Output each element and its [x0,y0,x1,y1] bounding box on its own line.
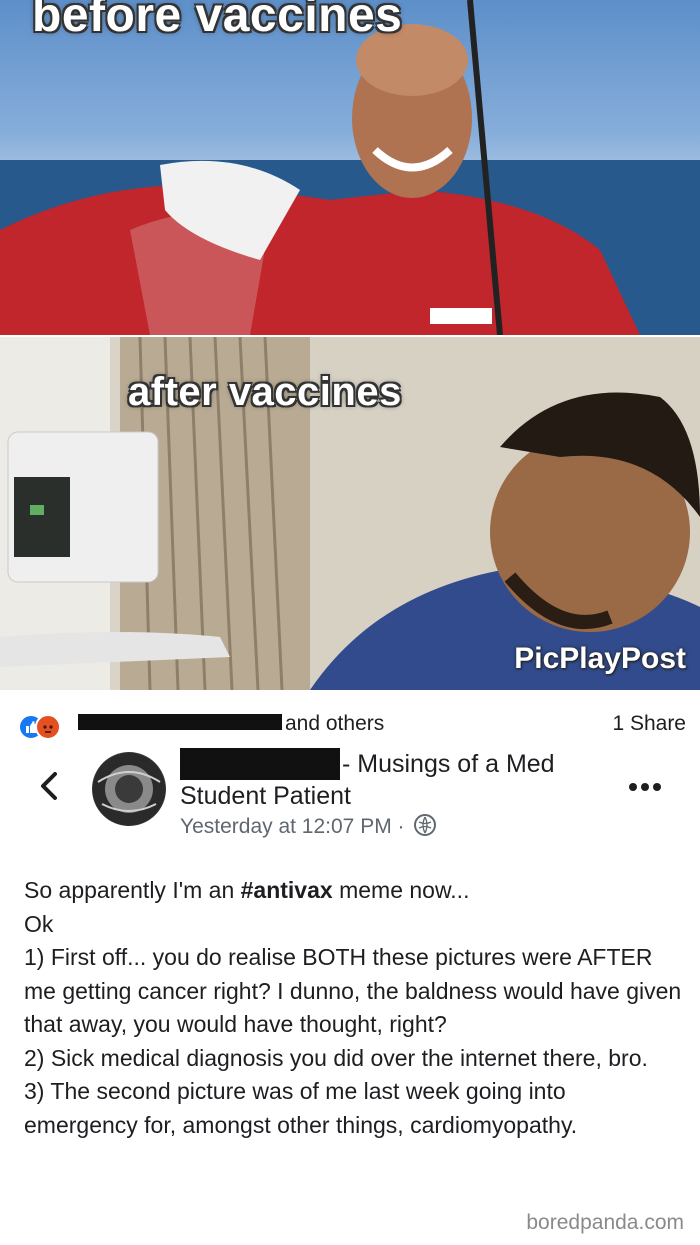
picplaypost-watermark: PicPlayPost [514,642,686,675]
post-line-3: 1) First off... you do realise BOTH thes… [24,944,682,1037]
reaction-icons[interactable] [18,714,78,740]
antivax-hashtag[interactable]: #antivax [241,877,333,903]
post-line-1: So apparently I'm an #antivax meme now..… [24,877,470,903]
more-options-icon[interactable] [628,768,662,800]
post-line-4: 2) Sick medical diagnosis you did over t… [24,1044,648,1071]
bottom-caption: after vaccines [128,370,402,414]
back-chevron-icon[interactable] [30,766,70,806]
before-photo-figure [0,0,700,335]
author-page-title: - Musings of a Med [342,750,555,778]
before-photo: before vaccines [0,0,700,335]
reactions-bar: and others 1 Share [0,708,700,744]
redacted-author-name [180,748,340,780]
angry-reaction-icon [35,714,61,740]
top-caption: before vaccines [32,0,403,42]
globe-icon [414,814,437,836]
post-line-5: 3) The second picture was of me last wee… [24,1078,578,1138]
post-timestamp[interactable]: Yesterday at 12:07 PM · [180,814,437,839]
share-count[interactable]: 1 Share [612,712,686,736]
boredpanda-credit: boredpanda.com [526,1211,684,1234]
meme-image[interactable]: before vaccines after vaccines PicPlayPo… [0,0,700,690]
timestamp-text: Yesterday at 12:07 PM · [180,815,405,838]
avatar-graphic [93,753,165,825]
reactors-label[interactable]: and others [285,712,384,736]
after-photo: after vaccines PicPlayPost [0,337,700,690]
post-text: So apparently I'm an #antivax meme now..… [24,874,684,1142]
author-page-title-line2: Student Patient [180,782,351,810]
redacted-reactor-name [78,714,282,730]
post-line-2: Ok [24,910,54,937]
post-header: - Musings of a Med Student Patient Yeste… [0,748,700,848]
author-avatar[interactable] [92,752,166,826]
